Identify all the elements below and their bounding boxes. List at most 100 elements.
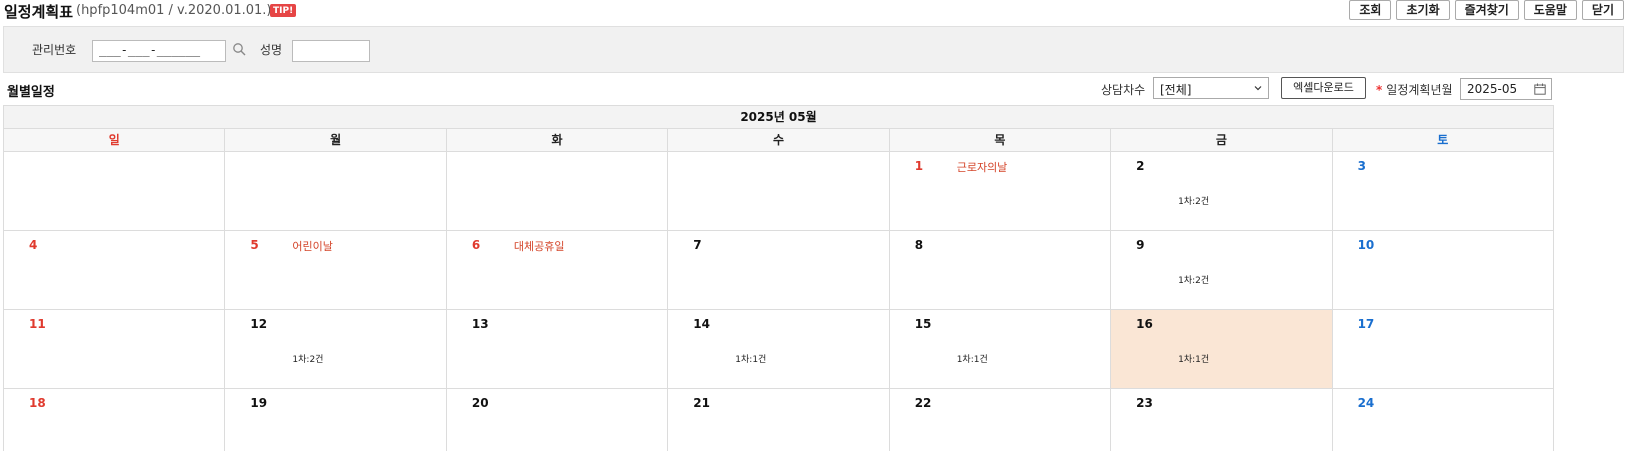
- schedule-count[interactable]: 1차:2건: [292, 352, 323, 365]
- calendar-day[interactable]: 12 1차:2건: [225, 310, 447, 388]
- day-number: 24: [1357, 396, 1375, 410]
- calendar-day[interactable]: 9 1차:2건: [1111, 231, 1333, 309]
- calendar-day[interactable]: [225, 152, 447, 230]
- day-number: 5: [250, 238, 259, 252]
- required-mark: *: [1376, 83, 1383, 97]
- day-number: 19: [250, 396, 268, 410]
- weekday-mon: 월: [225, 129, 447, 151]
- day-number: 13: [471, 317, 489, 331]
- page-title: 일정계획표: [4, 3, 74, 21]
- day-number: 14: [693, 317, 710, 331]
- search-panel: 관리번호 ___-___-______ 성명: [3, 26, 1624, 73]
- calendar-week-row: 4 5 어린이날 6 대체공휴일 7 8 9 1차:2건 10: [3, 231, 1554, 310]
- session-select[interactable]: [전체]: [1153, 77, 1269, 99]
- schedule-count[interactable]: 1차:1건: [957, 352, 988, 365]
- calendar-week-row: 11 12 1차:2건 13 14 1차:1건 15 1차:1건 16 1차:1건 17: [3, 310, 1554, 389]
- month-calendar: 2025년 05월 일 월 화 수 목 금 토 1 근로자의날 2 1차:2건 3 4 5 어…: [3, 105, 1554, 451]
- name-input[interactable]: [292, 40, 370, 62]
- name-label: 성명: [260, 43, 283, 57]
- weekday-sat: 토: [1333, 129, 1554, 151]
- search-icon[interactable]: [232, 42, 246, 56]
- day-number: 9: [1136, 238, 1145, 252]
- calendar-day[interactable]: 8: [889, 231, 1112, 309]
- calendar-day[interactable]: 23: [1111, 389, 1333, 451]
- calendar-day[interactable]: 10: [1332, 231, 1554, 309]
- day-number: 22: [914, 396, 932, 410]
- program-id: (hpfp104m01 / v.2020.01.01.): [76, 3, 272, 18]
- day-number: 8: [914, 238, 924, 252]
- section-title: 월별일정: [7, 85, 55, 100]
- tip-badge[interactable]: TIP!: [270, 4, 297, 17]
- day-number: 15: [914, 317, 932, 331]
- calendar-day[interactable]: 11: [4, 310, 226, 388]
- calendar-day[interactable]: 18: [4, 389, 226, 451]
- day-number: 7: [693, 238, 702, 252]
- holiday-label: 대체공휴일: [513, 240, 565, 253]
- weekday-wed: 수: [668, 129, 890, 151]
- calendar-day[interactable]: 4: [4, 231, 226, 309]
- weekday-sun: 일: [4, 129, 226, 151]
- mgmt-number-input[interactable]: ___-___-______: [92, 40, 226, 62]
- chevron-down-icon: [1254, 86, 1262, 91]
- calendar-day-today[interactable]: 16 1차:1건: [1111, 310, 1333, 388]
- calendar-day[interactable]: 24: [1332, 389, 1554, 451]
- holiday-label: 근로자의날: [956, 161, 1008, 174]
- weekday-header: 일 월 화 수 목 금 토: [3, 129, 1554, 152]
- schedule-count[interactable]: 1차:1건: [1178, 352, 1209, 365]
- session-select-value: [전체]: [1160, 83, 1192, 97]
- calendar-day[interactable]: 22: [889, 389, 1112, 451]
- weekday-thu: 목: [890, 129, 1112, 151]
- day-number: 11: [29, 317, 46, 331]
- holiday-label: 어린이날: [292, 240, 333, 253]
- search-button[interactable]: 조회: [1349, 0, 1392, 20]
- calendar-weeks: 1 근로자의날 2 1차:2건 3 4 5 어린이날 6 대체공휴일 7 8 9 1차:2건 10 11 12 1…: [3, 152, 1554, 451]
- day-number: 2: [1136, 159, 1145, 173]
- plan-month-input[interactable]: 2025-05: [1460, 78, 1552, 100]
- calendar-day[interactable]: 2 1차:2건: [1111, 152, 1333, 230]
- day-number: 12: [250, 317, 268, 331]
- weekday-fri: 금: [1111, 129, 1333, 151]
- day-number: 4: [29, 238, 38, 252]
- schedule-count[interactable]: 1차:2건: [1178, 194, 1209, 207]
- plan-month-label: 일정계획년월: [1386, 83, 1453, 97]
- calendar-day[interactable]: 20: [446, 389, 669, 451]
- calendar-day[interactable]: [668, 152, 890, 230]
- calendar-day[interactable]: 19: [225, 389, 447, 451]
- calendar-day[interactable]: 21: [668, 389, 890, 451]
- favorites-button[interactable]: 즐겨찾기: [1454, 0, 1519, 20]
- day-number: 23: [1136, 396, 1153, 410]
- calendar-day[interactable]: 17: [1332, 310, 1554, 388]
- close-button[interactable]: 닫기: [1581, 0, 1624, 20]
- calendar-icon[interactable]: [1534, 83, 1546, 95]
- calendar-day[interactable]: 3: [1332, 152, 1554, 230]
- day-number: 10: [1357, 238, 1375, 252]
- mgmt-number-label: 관리번호: [32, 43, 77, 57]
- calendar-week-row: 18 19 20 21 22 23 24: [3, 389, 1554, 451]
- day-number: 16: [1136, 317, 1153, 331]
- page-header: 일정계획표 (hpfp104m01 / v.2020.01.01.) TIP! …: [0, 0, 1627, 24]
- day-number: 17: [1357, 317, 1375, 331]
- calendar-day[interactable]: 13: [446, 310, 669, 388]
- calendar-day[interactable]: 1 근로자의날: [889, 152, 1112, 230]
- schedule-count[interactable]: 1차:1건: [735, 352, 766, 365]
- day-number: 21: [693, 396, 710, 410]
- reset-button[interactable]: 초기화: [1396, 0, 1450, 20]
- calendar-day[interactable]: 5 어린이날: [225, 231, 447, 309]
- day-number: 18: [29, 396, 46, 410]
- calendar-day[interactable]: [446, 152, 669, 230]
- calendar-day[interactable]: 6 대체공휴일: [446, 231, 669, 309]
- schedule-count[interactable]: 1차:2건: [1178, 273, 1209, 286]
- calendar-day[interactable]: 15 1차:1건: [889, 310, 1112, 388]
- excel-download-button[interactable]: 엑셀다운로드: [1281, 77, 1366, 99]
- plan-month-value: 2025-05: [1467, 82, 1518, 96]
- day-number: 1: [914, 159, 924, 173]
- calendar-week-row: 1 근로자의날 2 1차:2건 3: [3, 152, 1554, 231]
- weekday-tue: 화: [447, 129, 669, 151]
- day-number: 3: [1357, 159, 1366, 173]
- calendar-day[interactable]: 14 1차:1건: [668, 310, 890, 388]
- calendar-day[interactable]: 7: [668, 231, 890, 309]
- calendar-month-title: 2025년 05월: [3, 105, 1554, 129]
- session-label: 상담차수: [1101, 83, 1146, 97]
- calendar-day[interactable]: [4, 152, 226, 230]
- help-button[interactable]: 도움말: [1523, 0, 1577, 20]
